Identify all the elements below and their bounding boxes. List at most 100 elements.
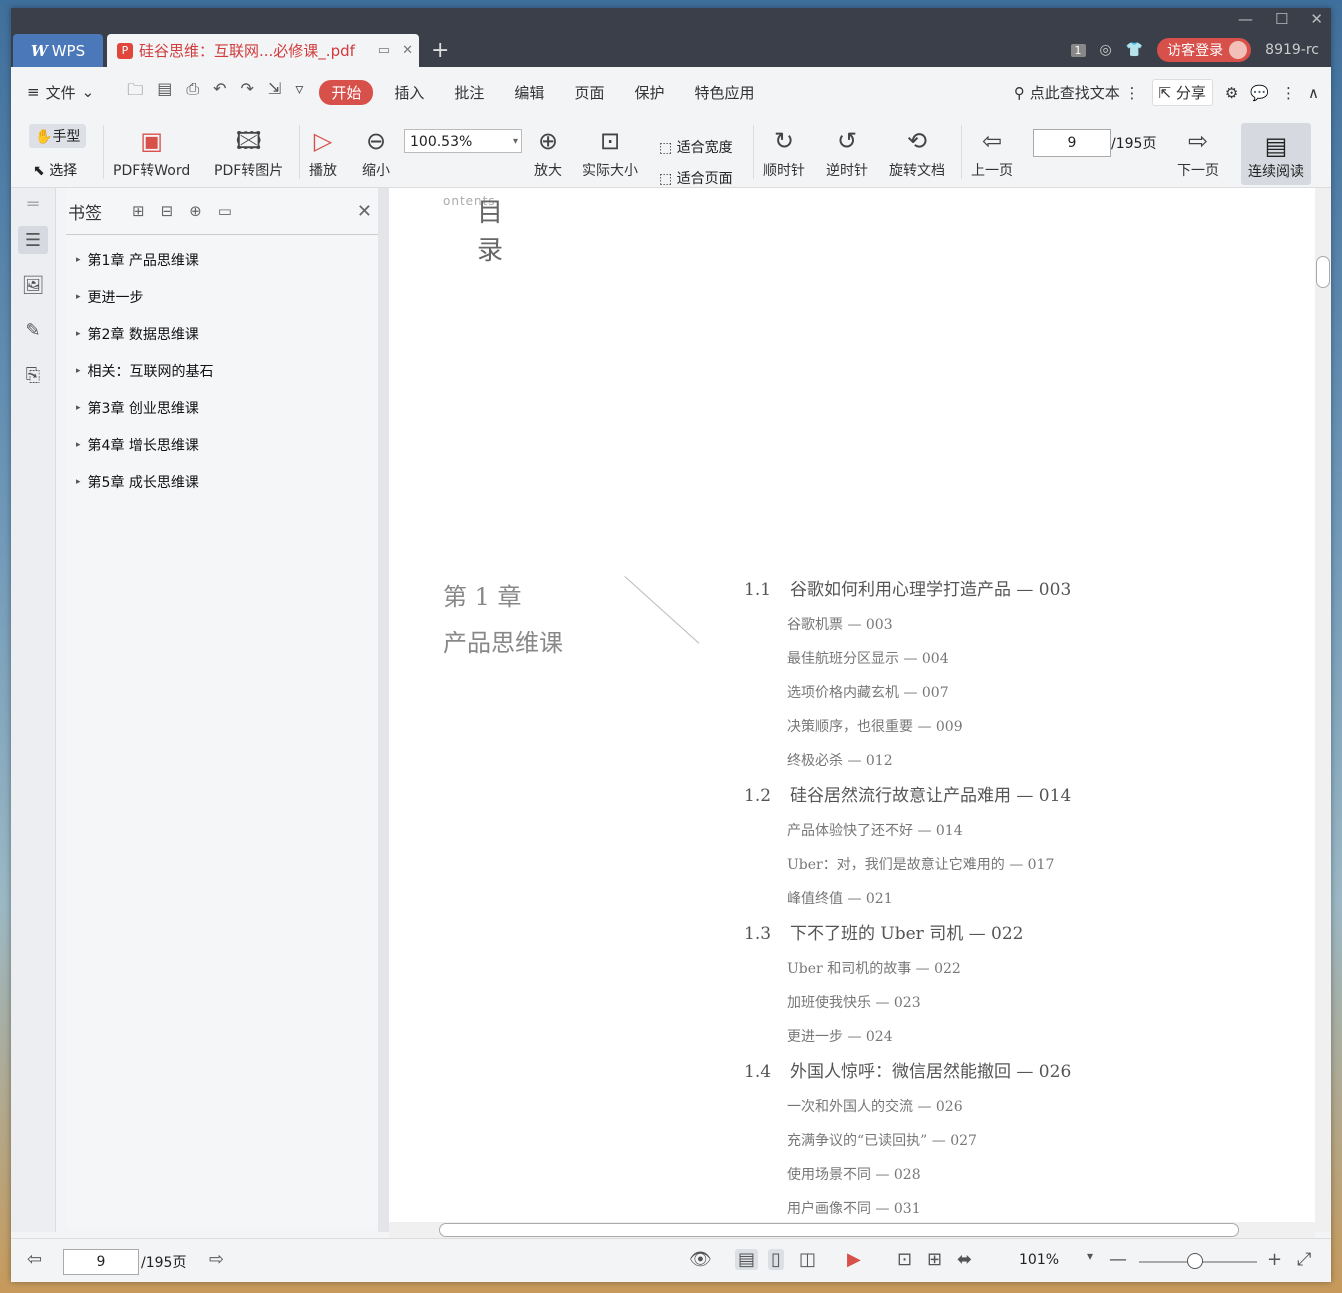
document-view[interactable]: ontents 目录 第 1 章 产品思维课 1.1 谷歌如何利用心理学打造产品 … bbox=[389, 188, 1315, 1224]
bookmark-item[interactable]: ▸ 第1章 产品思维课 bbox=[66, 241, 378, 278]
share-button[interactable]: ⇱ 分享 bbox=[1151, 79, 1213, 106]
hand-tool-button[interactable]: ✋手型 bbox=[29, 124, 87, 148]
next-page-button[interactable]: ⇨ 下一页 bbox=[1177, 117, 1219, 187]
save-icon[interactable]: ▤ bbox=[157, 79, 172, 106]
horizontal-scrollbar[interactable] bbox=[389, 1222, 1315, 1238]
collapse-all-icon[interactable]: ⊟ bbox=[161, 202, 174, 220]
toc-subsection[interactable]: 一次和外国人的交流 — 026 bbox=[744, 1090, 1071, 1124]
play-icon[interactable]: ▶ bbox=[847, 1249, 861, 1270]
print-icon[interactable]: ⎙ bbox=[186, 79, 199, 106]
expand-arrow-icon[interactable]: ▸ bbox=[76, 403, 81, 413]
status-page-input[interactable]: 9 bbox=[63, 1249, 139, 1275]
prev-page-button[interactable]: ⇦ 上一页 bbox=[971, 117, 1013, 187]
expand-arrow-icon[interactable]: ▸ bbox=[76, 366, 81, 376]
bookmark-item[interactable]: ▸ 第5章 成长思维课 bbox=[66, 463, 378, 500]
login-button[interactable]: 访客登录 bbox=[1157, 38, 1252, 62]
bookmark-item[interactable]: ▸ 更进一步 bbox=[66, 278, 378, 315]
vertical-scrollbar[interactable] bbox=[1315, 188, 1331, 1232]
panel-splitter[interactable] bbox=[378, 188, 389, 1232]
window-count-badge[interactable]: 1 bbox=[1070, 43, 1086, 57]
rotate-cw-button[interactable]: ↻ 顺时针 bbox=[763, 117, 805, 187]
maximize-icon[interactable]: ☐ bbox=[1275, 10, 1288, 28]
bookmark-settings-icon[interactable]: ▭ bbox=[218, 202, 232, 220]
minimize-icon[interactable]: — bbox=[1238, 10, 1253, 28]
menu-protect[interactable]: 保护 bbox=[634, 82, 664, 103]
close-tab-icon[interactable]: ✕ bbox=[402, 43, 413, 58]
toc-section[interactable]: 1.4 外国人惊呼：微信居然能撤回 — 026 bbox=[744, 1054, 1071, 1090]
bookmark-item[interactable]: ▸ 相关：互联网的基石 bbox=[66, 352, 378, 389]
expand-arrow-icon[interactable]: ▸ bbox=[76, 329, 81, 339]
single-page-icon[interactable]: ▯ bbox=[768, 1249, 784, 1270]
toc-section[interactable]: 1.3 下不了班的 Uber 司机 — 022 bbox=[744, 916, 1071, 952]
bookmark-panel-icon[interactable]: ☰ bbox=[18, 226, 48, 254]
open-folder-icon[interactable]: 🗀 bbox=[127, 79, 143, 106]
play-button[interactable]: ▷ 播放 bbox=[309, 117, 337, 187]
pdf-to-word-button[interactable]: ▣ PDF转Word bbox=[113, 117, 190, 187]
fit-page-icon[interactable]: ⊞ bbox=[927, 1249, 942, 1270]
zoom-dropdown-icon[interactable]: ▾ bbox=[1087, 1249, 1093, 1263]
annotation-icon[interactable]: ✎ bbox=[18, 316, 48, 344]
toc-subsection[interactable]: 最佳航班分区显示 — 004 bbox=[744, 642, 1071, 676]
scroll-thumb[interactable] bbox=[1316, 256, 1330, 288]
expand-arrow-icon[interactable]: ▸ bbox=[76, 292, 81, 302]
thumbnail-icon[interactable]: 🖼 bbox=[18, 271, 48, 299]
drag-handle-icon[interactable]: ═ bbox=[18, 190, 48, 218]
bookmark-item[interactable]: ▸ 第2章 数据思维课 bbox=[66, 315, 378, 352]
rotate-doc-button[interactable]: ⟲ 旋转文档 bbox=[889, 117, 945, 187]
zoom-select[interactable]: 100.53% bbox=[404, 129, 522, 154]
fit-page-button[interactable]: ⬚ 适合页面 bbox=[659, 168, 733, 188]
fullscreen-icon[interactable]: ⤢ bbox=[1297, 1249, 1311, 1270]
gear-icon[interactable]: ⚙ bbox=[1225, 84, 1238, 102]
add-bookmark-icon[interactable]: ⊕ bbox=[189, 202, 202, 220]
menu-file[interactable]: ≡ 文件 ⌄ bbox=[27, 82, 94, 103]
dual-page-icon[interactable]: ◫ bbox=[799, 1249, 816, 1270]
menu-comment[interactable]: 批注 bbox=[454, 82, 484, 103]
actual-size-icon[interactable]: ⊡ bbox=[897, 1249, 912, 1270]
page-number-input[interactable]: 9 bbox=[1033, 129, 1111, 157]
more-qa-icon[interactable]: ▿ bbox=[295, 79, 303, 106]
tab-document[interactable]: P 硅谷思维：互联网...必修课_.pdf ▭ ✕ bbox=[107, 34, 419, 67]
bookmark-item[interactable]: ▸ 第4章 增长思维课 bbox=[66, 426, 378, 463]
new-tab-icon[interactable]: + bbox=[431, 38, 449, 63]
zoom-minus-icon[interactable]: — bbox=[1109, 1249, 1127, 1270]
toc-subsection[interactable]: 加班使我快乐 — 023 bbox=[744, 986, 1071, 1020]
toc-subsection[interactable]: 产品体验快了还不好 — 014 bbox=[744, 814, 1071, 848]
collapse-ribbon-icon[interactable]: ∧ bbox=[1308, 84, 1319, 102]
toc-subsection[interactable]: 峰值终值 — 021 bbox=[744, 882, 1071, 916]
close-panel-icon[interactable]: ✕ bbox=[357, 201, 372, 222]
fit-width-icon[interactable]: ⬌ bbox=[957, 1249, 972, 1270]
continuous-read-button[interactable]: ▤ 连续阅读 bbox=[1241, 123, 1311, 185]
shirt-icon[interactable]: 👕 bbox=[1126, 42, 1143, 58]
toc-subsection[interactable]: 用户画像不同 — 031 bbox=[744, 1192, 1071, 1224]
export-icon[interactable]: ⇲ bbox=[268, 79, 281, 106]
chat-icon[interactable]: 💬 bbox=[1250, 84, 1269, 102]
continuous-view-icon[interactable]: ▤ bbox=[735, 1249, 759, 1270]
monitor-icon[interactable]: ▭ bbox=[378, 43, 390, 58]
bookmark-item[interactable]: ▸ 第3章 创业思维课 bbox=[66, 389, 378, 426]
toc-subsection[interactable]: 使用场景不同 — 028 bbox=[744, 1158, 1071, 1192]
menu-edit[interactable]: 编辑 bbox=[514, 82, 544, 103]
toc-subsection[interactable]: Uber：对，我们是故意让它难用的 — 017 bbox=[744, 848, 1071, 882]
expand-all-icon[interactable]: ⊞ bbox=[132, 202, 145, 220]
menu-page[interactable]: 页面 bbox=[574, 82, 604, 103]
toc-subsection[interactable]: 谷歌机票 — 003 bbox=[744, 608, 1071, 642]
toc-subsection[interactable]: 终极必杀 — 012 bbox=[744, 744, 1071, 778]
actual-size-button[interactable]: ⊡ 实际大小 bbox=[582, 117, 638, 187]
zoom-out-button[interactable]: ⊖ 缩小 bbox=[362, 117, 390, 187]
menu-insert[interactable]: 插入 bbox=[394, 82, 424, 103]
attachment-icon[interactable]: ⎘ bbox=[18, 361, 48, 389]
menu-start[interactable]: 开始 bbox=[319, 79, 374, 105]
skin-icon[interactable]: ◎ bbox=[1100, 42, 1112, 58]
next-page-icon[interactable]: ⇨ bbox=[209, 1249, 224, 1270]
pdf-to-image-button[interactable]: 🖾 PDF转图片 bbox=[214, 117, 283, 187]
more-icon[interactable]: ⋮ bbox=[1281, 84, 1296, 102]
prev-page-icon[interactable]: ⇦ bbox=[27, 1249, 42, 1270]
toc-subsection[interactable]: 充满争议的“已读回执” — 027 bbox=[744, 1124, 1071, 1158]
undo-icon[interactable]: ↶ bbox=[213, 79, 226, 106]
zoom-in-button[interactable]: ⊕ 放大 bbox=[534, 117, 562, 187]
toc-subsection[interactable]: 决策顺序，也很重要 — 009 bbox=[744, 710, 1071, 744]
tab-wps-home[interactable]: W WPS bbox=[13, 34, 103, 67]
expand-arrow-icon[interactable]: ▸ bbox=[76, 255, 81, 265]
toc-section[interactable]: 1.2 硅谷居然流行故意让产品难用 — 014 bbox=[744, 778, 1071, 814]
menu-special[interactable]: 特色应用 bbox=[694, 82, 754, 103]
